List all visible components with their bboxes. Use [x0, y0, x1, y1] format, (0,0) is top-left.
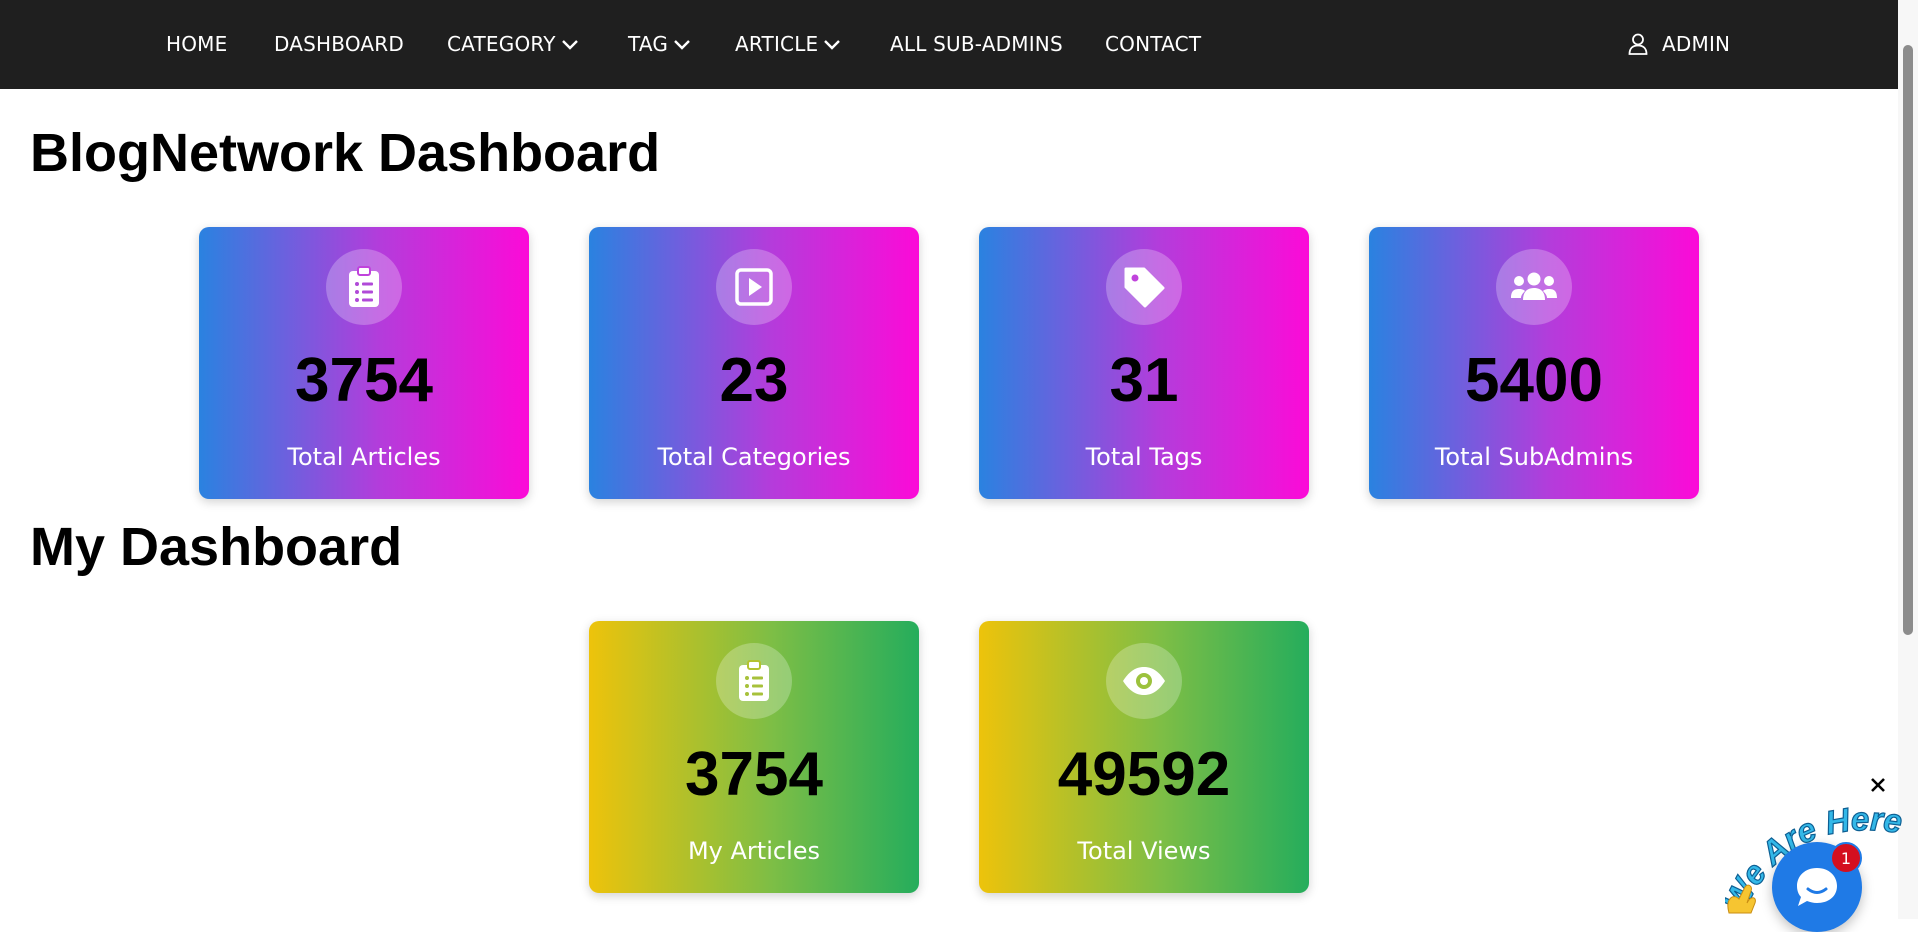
tag-icon [1106, 249, 1182, 325]
total-articles-label: Total Articles [287, 443, 441, 471]
nav-article-dropdown[interactable]: ARTICLE [735, 0, 841, 87]
total-tags-value: 31 [1109, 346, 1179, 415]
total-subadmins-value: 5400 [1465, 346, 1603, 415]
scrollbar-thumb[interactable] [1903, 45, 1913, 635]
eye-icon [1106, 643, 1182, 719]
chevron-down-icon [561, 39, 578, 50]
my-articles-label: My Articles [687, 837, 821, 865]
total-categories-value: 23 [719, 346, 789, 415]
chevron-down-icon [674, 39, 690, 50]
nav-category-dropdown[interactable]: CATEGORY [447, 0, 578, 87]
top-navbar: HOME DASHBOARD CATEGORY TAG ARTICLE ALL … [0, 0, 1898, 89]
chevron-down-icon [824, 39, 841, 50]
chat-notification-badge: 1 [1830, 842, 1862, 874]
total-views-card: 49592 Total Views [979, 621, 1309, 893]
total-tags-label: Total Tags [1085, 443, 1203, 471]
nav-contact[interactable]: CONTACT [1105, 0, 1201, 87]
nav-contact-label: CONTACT [1105, 31, 1202, 56]
total-articles-value: 3754 [295, 346, 433, 415]
users-icon [1496, 249, 1572, 325]
nav-tag-dropdown[interactable]: TAG [628, 0, 690, 87]
nav-category-label: CATEGORY [447, 31, 556, 56]
nav-dashboard[interactable]: DASHBOARD [274, 0, 404, 87]
nav-home-label: HOME [166, 31, 228, 56]
blognetwork-dashboard-title: BlogNetwork Dashboard [30, 123, 661, 183]
nav-article-label: ARTICLE [735, 31, 819, 56]
play-square-icon [716, 249, 792, 325]
total-subadmins-card: 5400 Total SubAdmins [1369, 227, 1699, 499]
total-articles-card: 3754 Total Articles [199, 227, 529, 499]
total-categories-card: 23 Total Categories [589, 227, 919, 499]
clipboard-list-icon [716, 643, 792, 719]
clipboard-list-icon [326, 249, 402, 325]
my-dashboard-title: My Dashboard [30, 517, 403, 577]
total-tags-card: 31 Total Tags [979, 227, 1309, 499]
my-articles-card: 3754 My Articles [589, 621, 919, 893]
nav-sub-admins-label: ALL SUB-ADMINS [890, 31, 1063, 56]
my-articles-value: 3754 [685, 740, 823, 809]
nav-tag-label: TAG [628, 31, 669, 56]
nav-home[interactable]: HOME [166, 0, 227, 87]
nav-admin-menu[interactable]: ADMIN [1628, 0, 1730, 87]
page-scrollbar[interactable] [1898, 0, 1918, 919]
total-subadmins-label: Total SubAdmins [1434, 443, 1634, 471]
total-categories-label: Total Categories [657, 443, 851, 471]
nav-dashboard-label: DASHBOARD [274, 31, 405, 56]
chat-close-button[interactable] [1866, 773, 1890, 797]
user-icon [1628, 33, 1648, 55]
total-views-value: 49592 [1057, 740, 1231, 809]
nav-admin-label: ADMIN [1662, 31, 1731, 56]
close-icon [1871, 778, 1885, 792]
chat-bubble-icon [1797, 868, 1837, 906]
total-views-label: Total Views [1077, 837, 1211, 865]
nav-all-sub-admins[interactable]: ALL SUB-ADMINS [890, 0, 1063, 87]
